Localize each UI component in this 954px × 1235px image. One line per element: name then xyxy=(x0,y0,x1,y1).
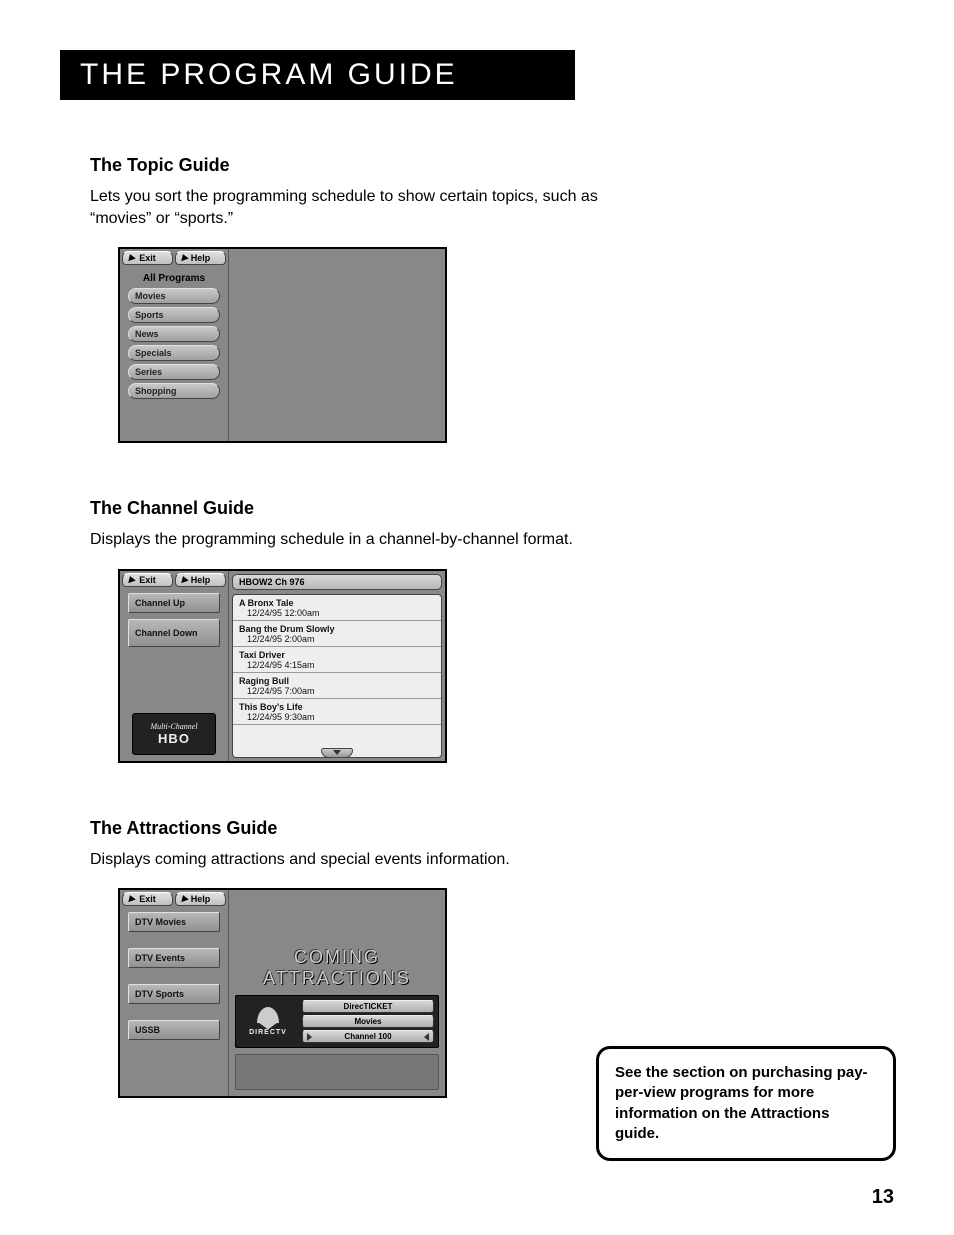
attractions-preview xyxy=(235,896,439,941)
attractions-footer-area xyxy=(235,1054,439,1090)
channel-nav-button[interactable]: Channel 100 xyxy=(302,1030,434,1043)
program-row[interactable]: Bang the Drum Slowly 12/24/95 2:00am xyxy=(233,621,441,647)
hbo-logo-main: HBO xyxy=(158,731,190,746)
program-title: Taxi Driver xyxy=(239,650,435,660)
help-tab[interactable]: Help xyxy=(175,892,226,906)
channel-up-button[interactable]: Channel Up xyxy=(128,593,220,613)
directv-logo-icon xyxy=(257,1007,279,1023)
help-tab[interactable]: Help xyxy=(175,573,226,587)
program-title: Raging Bull xyxy=(239,676,435,686)
topic-item-series[interactable]: Series xyxy=(128,364,220,380)
program-title: Bang the Drum Slowly xyxy=(239,624,435,634)
hbo-logo: Multi-Channel HBO xyxy=(132,713,216,755)
help-label: Help xyxy=(191,894,211,904)
program-row[interactable]: Taxi Driver 12/24/95 4:15am xyxy=(233,647,441,673)
topic-item-movies[interactable]: Movies xyxy=(128,288,220,304)
topic-body: Lets you sort the programming schedule t… xyxy=(90,186,620,229)
scroll-down-icon[interactable] xyxy=(321,748,353,758)
help-tab[interactable]: Help xyxy=(175,251,226,265)
topic-item-shopping[interactable]: Shopping xyxy=(128,383,220,399)
exit-label: Exit xyxy=(139,894,156,904)
program-title: A Bronx Tale xyxy=(239,598,435,608)
exit-tab[interactable]: Exit xyxy=(122,573,173,587)
directicket-button[interactable]: DirecTICKET xyxy=(302,1000,434,1013)
dtv-movies-button[interactable]: DTV Movies xyxy=(128,912,220,932)
help-label: Help xyxy=(191,253,211,263)
channel-heading: The Channel Guide xyxy=(90,498,620,519)
attractions-menu-bar: DIRECTV DirecTICKET Movies Channel 100 xyxy=(235,995,439,1048)
program-row[interactable]: A Bronx Tale 12/24/95 12:00am xyxy=(233,595,441,621)
program-row[interactable]: This Boy's Life 12/24/95 9:30am xyxy=(233,699,441,725)
dtv-events-button[interactable]: DTV Events xyxy=(128,948,220,968)
topic-preview-area xyxy=(229,249,445,441)
directv-logo: DIRECTV xyxy=(240,1004,296,1040)
channel-header: HBOW2 Ch 976 xyxy=(232,574,442,590)
topic-item-specials[interactable]: Specials xyxy=(128,345,220,361)
help-icon xyxy=(179,253,189,261)
exit-tab[interactable]: Exit xyxy=(122,251,173,265)
channel-guide-screenshot: Exit Help Channel Up Channel Down Multi-… xyxy=(118,569,447,763)
channel-down-button[interactable]: Channel Down xyxy=(128,619,220,647)
topic-heading: The Topic Guide xyxy=(90,155,620,176)
program-title: This Boy's Life xyxy=(239,702,435,712)
exit-icon xyxy=(126,575,136,583)
exit-label: Exit xyxy=(139,575,156,585)
exit-icon xyxy=(126,253,136,261)
page-number: 13 xyxy=(872,1186,894,1209)
help-label: Help xyxy=(191,575,211,585)
page-title: The Program Guide xyxy=(60,50,575,100)
topic-guide-screenshot: Exit Help All Programs Movies Sports New… xyxy=(118,247,447,443)
topic-item-news[interactable]: News xyxy=(128,326,220,342)
directv-logo-text: DIRECTV xyxy=(249,1029,287,1036)
hbo-logo-top: Multi-Channel xyxy=(150,722,197,731)
topic-header: All Programs xyxy=(126,273,222,284)
program-time: 12/24/95 7:00am xyxy=(239,686,435,696)
program-time: 12/24/95 2:00am xyxy=(239,634,435,644)
side-note: See the section on purchasing pay-per-vi… xyxy=(596,1046,896,1161)
dtv-sports-button[interactable]: DTV Sports xyxy=(128,984,220,1004)
program-list[interactable]: A Bronx Tale 12/24/95 12:00am Bang the D… xyxy=(232,594,442,758)
attractions-body: Displays coming attractions and special … xyxy=(90,849,620,871)
exit-tab[interactable]: Exit xyxy=(122,892,173,906)
attractions-guide-screenshot: Exit Help DTV Movies DTV Events DTV Spor… xyxy=(118,888,447,1098)
channel-body: Displays the programming schedule in a c… xyxy=(90,529,620,551)
exit-icon xyxy=(126,894,136,902)
ussb-button[interactable]: USSB xyxy=(128,1020,220,1040)
coming-attractions-banner: COMING ATTRACTIONS xyxy=(235,947,439,989)
program-time: 12/24/95 9:30am xyxy=(239,712,435,722)
program-time: 12/24/95 12:00am xyxy=(239,608,435,618)
attractions-heading: The Attractions Guide xyxy=(90,818,620,839)
program-time: 12/24/95 4:15am xyxy=(239,660,435,670)
program-row[interactable]: Raging Bull 12/24/95 7:00am xyxy=(233,673,441,699)
exit-label: Exit xyxy=(139,253,156,263)
help-icon xyxy=(179,575,189,583)
help-icon xyxy=(179,894,189,902)
topic-item-sports[interactable]: Sports xyxy=(128,307,220,323)
movies-button[interactable]: Movies xyxy=(302,1015,434,1028)
